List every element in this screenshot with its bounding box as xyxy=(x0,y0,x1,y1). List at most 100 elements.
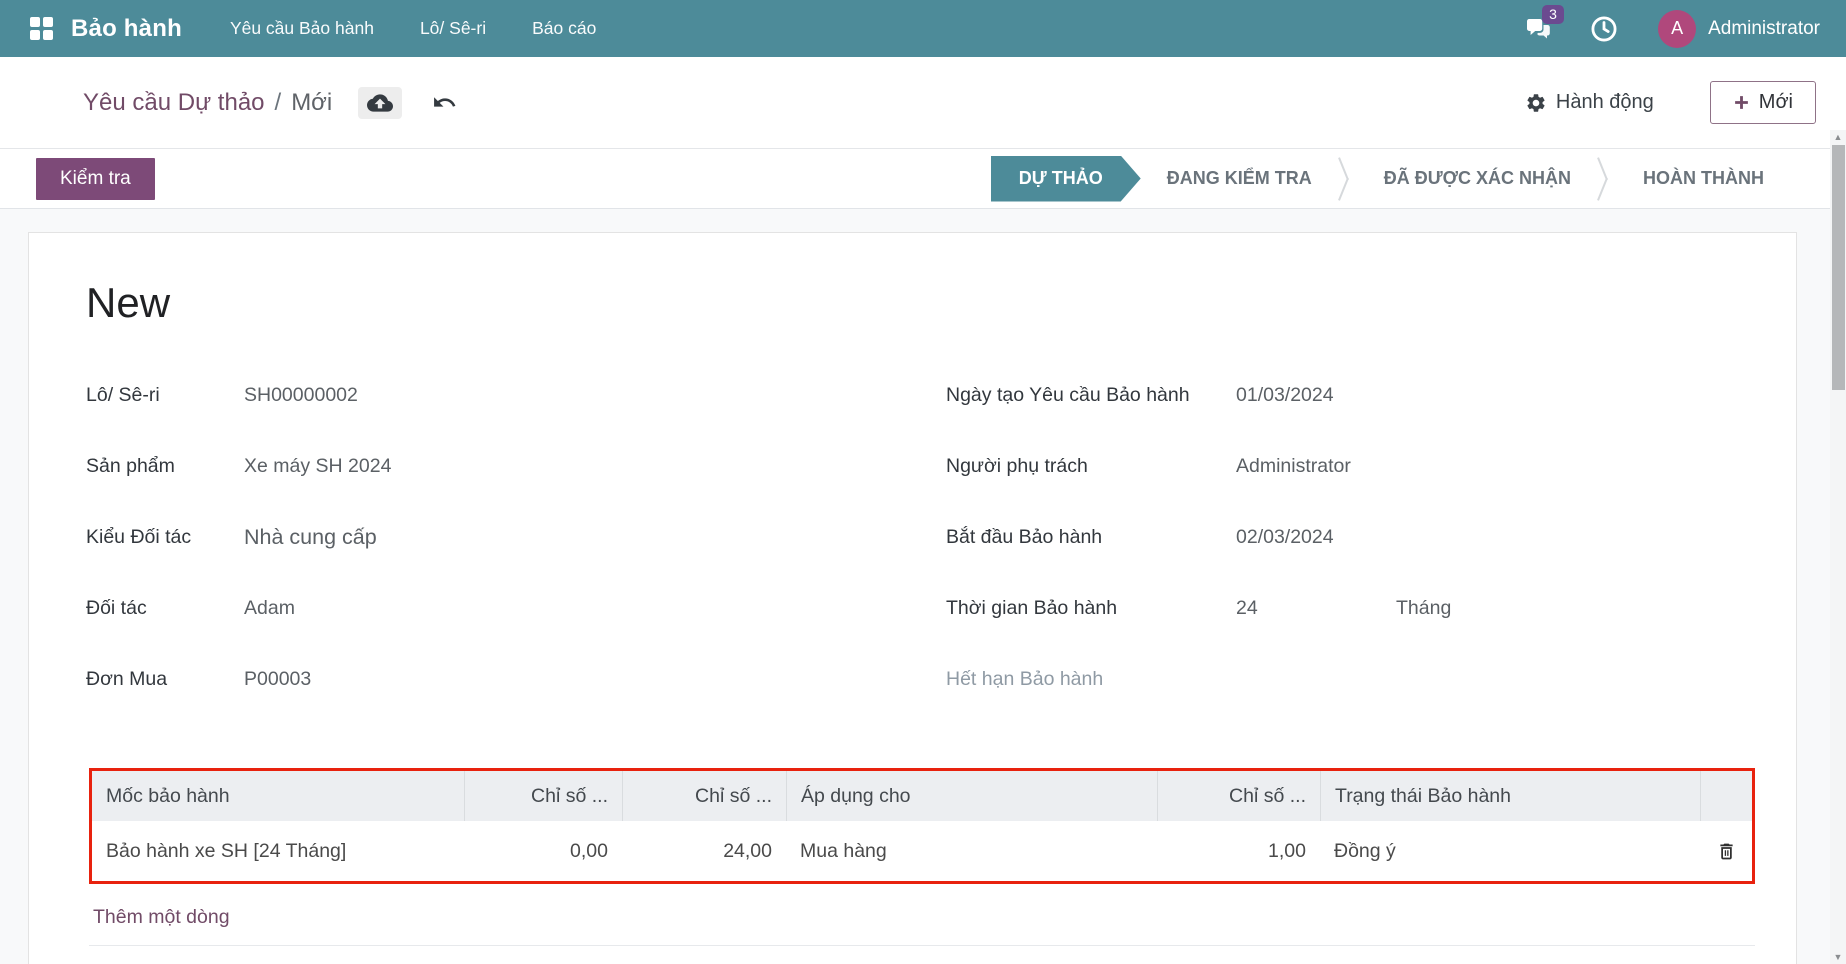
field-warranty-duration: Thời gian Bảo hành 24 Tháng xyxy=(946,596,1751,621)
message-count-badge: 3 xyxy=(1542,5,1564,24)
field-value[interactable]: Adam xyxy=(244,596,295,621)
activities-button[interactable] xyxy=(1590,15,1618,43)
app-window: Bảo hành Yêu cầu Bảo hành Lô/ Sê-ri Báo … xyxy=(0,0,1846,964)
breadcrumb-parent-link[interactable]: Yêu cầu Dự thảo xyxy=(83,89,265,117)
field-label: Kiểu Đối tác xyxy=(86,525,244,550)
messages-button[interactable]: 3 xyxy=(1526,17,1556,41)
breadcrumb: Yêu cầu Dự thảo / Mới xyxy=(83,85,463,120)
control-panel-actions: Hành động Mới xyxy=(1525,81,1816,124)
form-sheet: New Lô/ Sê-ri SH00000002 Sản phẩm Xe máy… xyxy=(28,232,1797,964)
column-header-index2[interactable]: Chỉ số ... xyxy=(622,771,786,821)
stage-confirmed[interactable]: ĐÃ ĐƯỢC XÁC NHẬN xyxy=(1358,156,1597,202)
scrollbar-thumb[interactable] xyxy=(1832,145,1845,390)
field-unit-suffix: Tháng xyxy=(1396,596,1451,621)
field-label: Người phụ trách xyxy=(946,454,1236,479)
top-navbar: Bảo hành Yêu cầu Bảo hành Lô/ Sê-ri Báo … xyxy=(0,0,1846,57)
stage-separator-chevron xyxy=(1338,156,1358,202)
column-header-warranty-status[interactable]: Trạng thái Bảo hành xyxy=(1320,771,1700,821)
field-value[interactable]: 02/03/2024 xyxy=(1236,525,1334,550)
user-avatar[interactable]: A xyxy=(1658,10,1696,48)
stage-draft[interactable]: DỰ THẢO xyxy=(991,156,1141,202)
field-grid: Lô/ Sê-ri SH00000002 Sản phẩm Xe máy SH … xyxy=(86,383,1751,738)
stage-separator-chevron xyxy=(1597,156,1617,202)
field-label: Hết hạn Bảo hành xyxy=(946,667,1236,692)
stage-pipeline: DỰ THẢO ĐANG KIỂM TRA ĐÃ ĐƯỢC XÁC NHẬN H… xyxy=(991,156,1790,202)
breadcrumb-separator: / xyxy=(275,89,282,117)
delete-row-button[interactable] xyxy=(1716,840,1737,863)
vertical-scrollbar[interactable]: ▲ ▼ xyxy=(1830,130,1846,964)
cell-index2[interactable]: 24,00 xyxy=(622,821,786,881)
field-label: Đơn Mua xyxy=(86,667,244,692)
form-statusbar: Kiểm tra DỰ THẢO ĐANG KIỂM TRA ĐÃ ĐƯỢC X… xyxy=(0,149,1846,209)
field-value[interactable]: 01/03/2024 xyxy=(1236,383,1334,408)
field-label: Thời gian Bảo hành xyxy=(946,596,1236,621)
field-lot-serial: Lô/ Sê-ri SH00000002 xyxy=(86,383,886,408)
cell-index1[interactable]: 0,00 xyxy=(464,821,622,881)
warranty-milestones-table: Mốc bảo hành Chỉ số ... Chỉ số ... Áp dụ… xyxy=(89,768,1755,884)
menu-item-warranty-requests[interactable]: Yêu cầu Bảo hành xyxy=(230,18,374,39)
field-label: Đối tác xyxy=(86,596,244,621)
list-bottom-border xyxy=(89,945,1755,946)
field-label: Ngày tạo Yêu cầu Bảo hành xyxy=(946,383,1236,408)
field-responsible: Người phụ trách Administrator xyxy=(946,454,1751,479)
field-label: Lô/ Sê-ri xyxy=(86,383,244,408)
table-header-row: Mốc bảo hành Chỉ số ... Chỉ số ... Áp dụ… xyxy=(92,771,1752,821)
cell-warranty-status[interactable]: Đồng ý xyxy=(1320,821,1700,881)
field-warranty-expiry: Hết hạn Bảo hành xyxy=(946,667,1751,692)
stage-done[interactable]: HOÀN THÀNH xyxy=(1617,156,1790,202)
field-value[interactable]: SH00000002 xyxy=(244,383,358,408)
cell-applied-to[interactable]: Mua hàng xyxy=(786,821,1157,881)
check-action-button[interactable]: Kiểm tra xyxy=(36,158,155,200)
user-name[interactable]: Administrator xyxy=(1708,18,1820,40)
discard-changes-button[interactable] xyxy=(426,85,463,120)
field-label: Sản phẩm xyxy=(86,454,244,479)
cell-index3[interactable]: 1,00 xyxy=(1157,821,1320,881)
undo-rotate-icon xyxy=(432,90,457,115)
scrollbar-down-arrow[interactable]: ▼ xyxy=(1830,950,1846,964)
field-column-left: Lô/ Sê-ri SH00000002 Sản phẩm Xe máy SH … xyxy=(86,383,886,738)
content-area: New Lô/ Sê-ri SH00000002 Sản phẩm Xe máy… xyxy=(0,209,1830,964)
column-header-index3[interactable]: Chỉ số ... xyxy=(1157,771,1320,821)
control-panel: Yêu cầu Dự thảo / Mới xyxy=(0,57,1846,149)
cloud-upload-icon xyxy=(367,92,393,114)
field-product: Sản phẩm Xe máy SH 2024 xyxy=(86,454,886,479)
field-warranty-start: Bắt đầu Bảo hành 02/03/2024 xyxy=(946,525,1751,550)
clock-icon xyxy=(1590,15,1618,43)
record-title: New xyxy=(86,279,1751,327)
navbar-left: Bảo hành Yêu cầu Bảo hành Lô/ Sê-ri Báo … xyxy=(30,15,596,43)
field-request-date: Ngày tạo Yêu cầu Bảo hành 01/03/2024 xyxy=(946,383,1751,408)
plus-icon xyxy=(1733,94,1750,111)
column-header-actions xyxy=(1700,771,1752,821)
field-value[interactable]: Administrator xyxy=(1236,454,1351,479)
field-value[interactable]: Nhà cung cấp xyxy=(244,525,377,550)
table-row[interactable]: Bảo hành xe SH [24 Tháng] 0,00 24,00 Mua… xyxy=(92,821,1752,881)
save-record-button[interactable] xyxy=(358,87,402,119)
field-partner-type: Kiểu Đối tác Nhà cung cấp xyxy=(86,525,886,550)
app-name[interactable]: Bảo hành xyxy=(71,15,182,43)
breadcrumb-current: Mới xyxy=(291,89,332,117)
field-partner: Đối tác Adam xyxy=(86,596,886,621)
new-record-button-label: Mới xyxy=(1759,91,1793,114)
trash-icon xyxy=(1716,840,1737,863)
cell-milestone[interactable]: Bảo hành xe SH [24 Tháng] xyxy=(92,821,464,881)
action-menu-label: Hành động xyxy=(1556,91,1654,114)
field-purchase-order: Đơn Mua P00003 xyxy=(86,667,886,692)
menu-item-reports[interactable]: Báo cáo xyxy=(532,18,596,39)
new-record-button[interactable]: Mới xyxy=(1710,81,1816,124)
field-value[interactable]: Xe máy SH 2024 xyxy=(244,454,391,479)
navbar-menu: Yêu cầu Bảo hành Lô/ Sê-ri Báo cáo xyxy=(230,18,596,39)
scrollbar-up-arrow[interactable]: ▲ xyxy=(1830,130,1846,144)
field-value[interactable]: 24 xyxy=(1236,596,1396,621)
menu-item-lot-serial[interactable]: Lô/ Sê-ri xyxy=(420,18,486,39)
action-menu-button[interactable]: Hành động xyxy=(1525,91,1654,114)
add-a-line-link[interactable]: Thêm một dòng xyxy=(93,906,230,929)
column-header-applied-to[interactable]: Áp dụng cho xyxy=(786,771,1157,821)
apps-grid-icon[interactable] xyxy=(30,17,53,40)
field-value[interactable]: P00003 xyxy=(244,667,311,692)
column-header-index1[interactable]: Chỉ số ... xyxy=(464,771,622,821)
field-column-right: Ngày tạo Yêu cầu Bảo hành 01/03/2024 Ngư… xyxy=(886,383,1751,738)
gear-icon xyxy=(1525,92,1547,114)
navbar-right: 3 A Administrator xyxy=(1492,10,1820,48)
stage-checking[interactable]: ĐANG KIỂM TRA xyxy=(1141,156,1338,202)
column-header-milestone[interactable]: Mốc bảo hành xyxy=(92,771,464,821)
